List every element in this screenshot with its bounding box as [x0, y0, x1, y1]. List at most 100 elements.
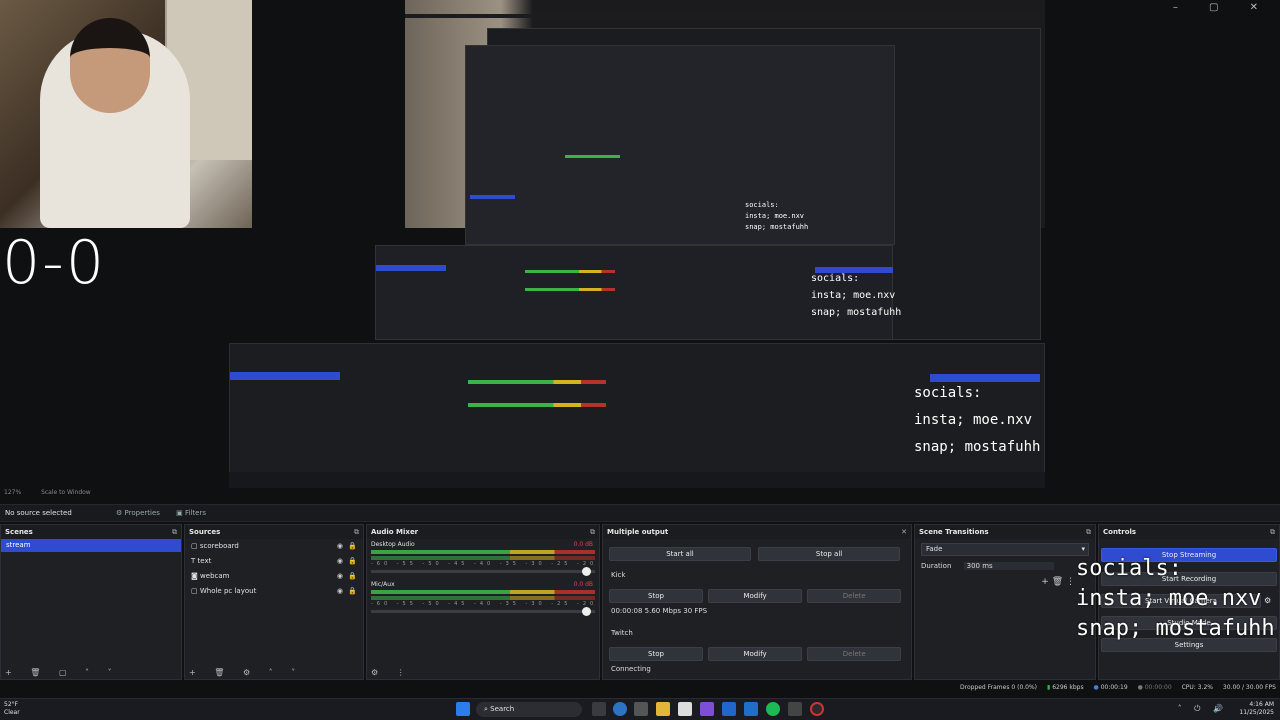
scenes-footer[interactable]: + 🗑 ▢ ˄ ˅	[5, 668, 120, 677]
captured-scene-sel	[230, 372, 340, 380]
tray-icons[interactable]: ˄ ⏻ 🔊	[1178, 704, 1228, 714]
volume-knob[interactable]	[582, 567, 591, 576]
preview-toolbar: 127% Scale to Window	[0, 489, 1280, 499]
kick-stats: 00:00:08 5.60 Mbps 30 FPS	[611, 607, 708, 615]
properties-button[interactable]: ⚙ Properties	[116, 505, 160, 521]
weather-widget[interactable]: 52°F Clear	[4, 701, 20, 717]
stream-icon: ●	[1093, 684, 1099, 691]
scene-item-stream[interactable]: stream	[1, 539, 181, 552]
clock-time: 4:16 AM	[1249, 701, 1274, 708]
window-controls[interactable]: – ▢ ✕	[1173, 2, 1272, 13]
mixer-channel-desktop: Desktop Audio 0.0 dB -60 -55 -50 -45 -40 …	[367, 539, 599, 579]
app-icon-4[interactable]	[788, 702, 802, 716]
signal-icon: ▮	[1046, 684, 1051, 691]
volume-knob[interactable]	[582, 607, 591, 616]
webcam-feed	[0, 0, 252, 228]
level-meter	[371, 590, 595, 594]
cpu-usage: CPU: 3.2%	[1181, 684, 1213, 691]
sources-dock: Sources ⧉ ▢ scoreboard ◉ 🔒 T text ◉ 🔒 ◙ webca…	[184, 524, 364, 680]
task-view-icon[interactable]	[592, 702, 606, 716]
discord-icon[interactable]	[700, 702, 714, 716]
eye-icon[interactable]: ◉	[337, 584, 343, 599]
nested-scene-small	[470, 195, 515, 199]
nested-preview-mid	[465, 45, 895, 245]
duration-row: Duration 300 ms	[915, 560, 1095, 572]
transition-actions[interactable]: + 🗑 ⋮	[1041, 577, 1075, 587]
close-icon[interactable]: ✕	[901, 525, 907, 539]
source-item-webcam[interactable]: ◙ webcam ◉ 🔒	[185, 569, 363, 584]
stream-time: 00:00:19	[1100, 684, 1128, 691]
channel-db: 0.0 dB	[573, 541, 593, 548]
obs-icon[interactable]	[810, 702, 824, 716]
spotify-icon[interactable]	[766, 702, 780, 716]
mixer-title: Audio Mixer	[371, 528, 419, 536]
dock-menu-icon[interactable]: ⧉	[590, 525, 595, 539]
channel-db: 0.0 dB	[573, 581, 593, 588]
windows-start-icon[interactable]	[456, 702, 470, 716]
app-icon[interactable]	[634, 702, 648, 716]
level-meter	[371, 596, 595, 600]
stop-all-button[interactable]: Stop all	[758, 547, 901, 561]
overlay-tiny: socials: insta; moe.nxv snap; mostafuhh	[745, 201, 809, 231]
start-all-button[interactable]: Start all	[609, 547, 751, 561]
store-icon[interactable]	[678, 702, 692, 716]
overlay-small: socials: insta; moe.nxv snap; mostafuhh	[811, 273, 902, 318]
mixer-footer[interactable]: ⚙ ⋮	[371, 668, 413, 677]
eye-icon[interactable]: ◉	[337, 569, 343, 584]
taskbar: 52°F Clear ⌕ Search 4:16 AM 11/25/2025 ˄…	[0, 698, 1280, 720]
kick-modify-button[interactable]: Modify	[708, 589, 803, 603]
nested-scene-sel	[376, 265, 446, 271]
dock-menu-icon[interactable]: ⧉	[1270, 525, 1275, 539]
lock-icon[interactable]: 🔒	[348, 584, 357, 599]
app-icon-2[interactable]	[722, 702, 736, 716]
scale-mode[interactable]: Scale to Window	[41, 489, 91, 496]
source-bar: No source selected ⚙ Properties ▣ Filter…	[0, 504, 1280, 522]
lock-icon[interactable]: 🔒	[348, 554, 357, 569]
capture-border	[405, 14, 1045, 18]
lock-icon[interactable]: 🔒	[348, 569, 357, 584]
audio-mixer-dock: Audio Mixer ⧉ Desktop Audio 0.0 dB -60 -55…	[366, 524, 600, 680]
transitions-dock: Scene Transitions ⧉ Fade ▾ Duration 300 ms…	[914, 524, 1096, 680]
taskbar-search[interactable]: ⌕ Search	[476, 702, 582, 717]
bitrate: 6296 kbps	[1052, 684, 1084, 691]
socials-line2: insta; moe.nxv	[1076, 586, 1262, 611]
captured-meter-2	[468, 403, 606, 407]
target-kick: Kick	[611, 571, 626, 579]
zoom-level[interactable]: 127%	[4, 489, 21, 496]
source-item-scoreboard[interactable]: ▢ scoreboard ◉ 🔒	[185, 539, 363, 554]
source-item-text[interactable]: T text ◉ 🔒	[185, 554, 363, 569]
fps-readout: 30.00 / 30.00 FPS	[1222, 684, 1276, 691]
app-icon-3[interactable]	[744, 702, 758, 716]
eye-icon[interactable]: ◉	[337, 554, 343, 569]
captured-taskbar	[229, 472, 1045, 488]
twitch-modify-button[interactable]: Modify	[708, 647, 803, 661]
twitch-delete-button[interactable]: Delete	[807, 647, 902, 661]
clock-date: 11/25/2025	[1239, 709, 1274, 716]
transition-select[interactable]: Fade ▾	[921, 543, 1089, 556]
kick-stop-button[interactable]: Stop	[609, 589, 703, 603]
chrome-icon[interactable]	[613, 702, 627, 716]
dock-menu-icon[interactable]: ⧉	[172, 525, 177, 539]
filters-button[interactable]: ▣ Filters	[176, 505, 206, 521]
transitions-title: Scene Transitions	[919, 528, 989, 536]
nested-meter-2	[525, 288, 615, 291]
dock-menu-icon[interactable]: ⧉	[1086, 525, 1091, 539]
duration-input[interactable]: 300 ms	[963, 562, 1054, 570]
volume-slider[interactable]	[371, 607, 595, 616]
volume-slider[interactable]	[371, 567, 595, 576]
weather-desc: Clear	[4, 709, 20, 716]
source-item-whole-pc[interactable]: ▢ Whole pc layout ◉ 🔒	[185, 584, 363, 599]
folder-icon[interactable]	[656, 702, 670, 716]
controls-title: Controls	[1103, 528, 1137, 536]
level-meter	[371, 556, 595, 560]
channel-name: Desktop Audio	[371, 541, 415, 548]
clock[interactable]: 4:16 AM 11/25/2025	[1239, 701, 1274, 717]
sources-footer[interactable]: + 🗑 ⚙ ˄ ˅	[189, 668, 303, 677]
dock-menu-icon[interactable]: ⧉	[354, 525, 359, 539]
socials-overlay: socials: insta; moe.nxv snap; mostafuhh	[1076, 554, 1275, 644]
twitch-stop-button[interactable]: Stop	[609, 647, 703, 661]
eye-icon[interactable]: ◉	[337, 539, 343, 554]
kick-delete-button[interactable]: Delete	[807, 589, 902, 603]
lock-icon[interactable]: 🔒	[348, 539, 357, 554]
socials-line3: snap; mostafuhh	[1076, 616, 1275, 641]
